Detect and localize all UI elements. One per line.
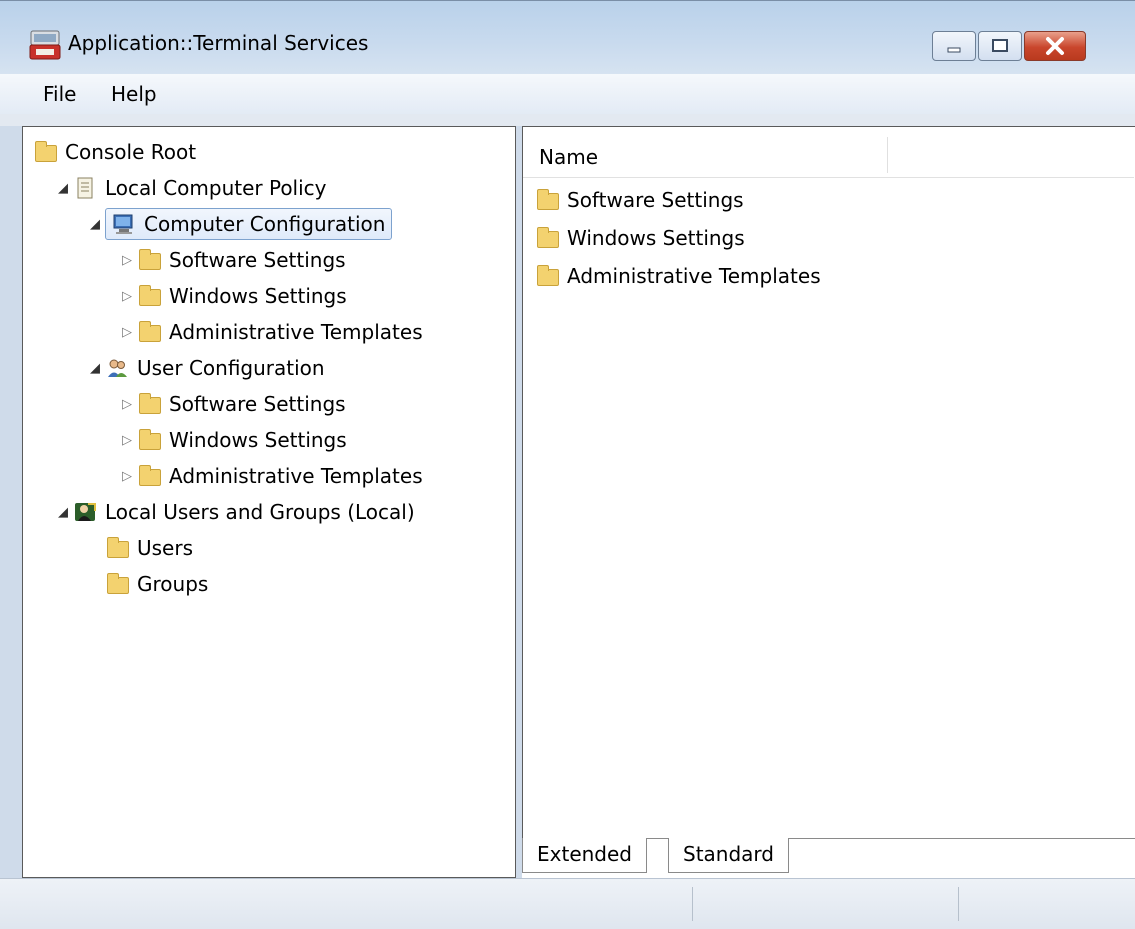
tree-item-uc-windows-settings[interactable]: ▷ Windows Settings xyxy=(117,423,347,457)
menubar-separator xyxy=(0,114,1135,126)
list-item-label: Windows Settings xyxy=(567,226,745,250)
tree-item-label: Administrative Templates xyxy=(169,464,423,488)
folder-icon xyxy=(137,284,161,308)
tab-standard[interactable]: Standard xyxy=(668,838,789,873)
mmc-window: Application::Terminal Services File Help… xyxy=(0,0,1135,929)
collapsed-triangle-icon[interactable]: ▷ xyxy=(117,325,137,340)
folder-icon xyxy=(137,248,161,272)
users-icon xyxy=(105,356,129,380)
expanded-triangle-icon[interactable]: ◢ xyxy=(53,505,73,520)
policy-document-icon xyxy=(73,176,97,200)
folder-icon xyxy=(137,320,161,344)
tree-item-users[interactable]: Users xyxy=(105,531,193,565)
collapsed-triangle-icon[interactable]: ▷ xyxy=(117,469,137,484)
list-item-label: Software Settings xyxy=(567,188,744,212)
tree-item-label: Groups xyxy=(137,572,209,596)
folder-icon xyxy=(105,572,129,596)
list-header: Name xyxy=(523,133,1134,178)
tree-item-label: Local Computer Policy xyxy=(105,176,327,200)
title-bar[interactable]: Application::Terminal Services xyxy=(0,0,1135,75)
menu-help[interactable]: Help xyxy=(111,82,157,106)
menu-file[interactable]: File xyxy=(43,82,76,106)
minimize-button[interactable] xyxy=(932,31,976,61)
column-header-name[interactable]: Name xyxy=(539,145,598,169)
column-divider[interactable] xyxy=(887,137,888,173)
folder-icon xyxy=(105,536,129,560)
folder-icon xyxy=(535,226,559,250)
tree-item-label: Software Settings xyxy=(169,248,346,272)
tree-pane[interactable]: Console Root ◢ Local Computer Policy ◢ C… xyxy=(22,126,516,878)
tree-item-label: Local Users and Groups (Local) xyxy=(105,500,415,524)
expanded-triangle-icon[interactable]: ◢ xyxy=(53,181,73,196)
tree-item-uc-admin-templates[interactable]: ▷ Administrative Templates xyxy=(117,459,423,493)
maximize-button[interactable] xyxy=(978,31,1022,61)
folder-icon xyxy=(33,140,57,164)
minimize-icon xyxy=(947,47,961,53)
folder-icon xyxy=(535,264,559,288)
tree-item-local-computer-policy[interactable]: ◢ Local Computer Policy xyxy=(53,171,327,205)
close-button[interactable] xyxy=(1024,31,1086,61)
list-item[interactable]: Administrative Templates xyxy=(535,259,821,293)
collapsed-triangle-icon[interactable]: ▷ xyxy=(117,289,137,304)
folder-icon xyxy=(137,428,161,452)
tree-item-label: Windows Settings xyxy=(169,284,347,308)
status-divider xyxy=(958,887,959,921)
tree-item-label: Console Root xyxy=(65,140,197,164)
tree-item-user-configuration[interactable]: ◢ User Configuration xyxy=(85,351,325,385)
tree-item-groups[interactable]: Groups xyxy=(105,567,208,601)
tree-item-label: Software Settings xyxy=(169,392,346,416)
status-divider xyxy=(692,887,693,921)
list-pane[interactable]: Name Software Settings Windows Settings … xyxy=(522,126,1135,878)
maximize-icon xyxy=(992,39,1008,52)
tree-item-local-users-groups[interactable]: ◢ Local Users and Groups (Local) xyxy=(53,495,415,529)
tab-extended[interactable]: Extended xyxy=(522,838,647,873)
computer-icon xyxy=(112,212,136,236)
tree-item-cc-windows-settings[interactable]: ▷ Windows Settings xyxy=(117,279,347,313)
folder-icon xyxy=(137,464,161,488)
tree-item-label: Administrative Templates xyxy=(169,320,423,344)
menu-bar: File Help xyxy=(28,74,1135,114)
selection-highlight[interactable]: Computer Configuration xyxy=(105,208,393,240)
close-icon xyxy=(1046,37,1064,55)
collapsed-triangle-icon[interactable]: ▷ xyxy=(117,397,137,412)
terminal-services-app-icon xyxy=(29,30,61,60)
tree-item-label: Windows Settings xyxy=(169,428,347,452)
tree-item-console-root[interactable]: Console Root xyxy=(33,135,196,169)
tree-item-computer-configuration[interactable]: ◢ Computer Configuration xyxy=(85,207,393,241)
collapsed-triangle-icon[interactable]: ▷ xyxy=(117,253,137,268)
status-bar xyxy=(0,878,1135,929)
tree-item-cc-software-settings[interactable]: ▷ Software Settings xyxy=(117,243,346,277)
tree-item-cc-admin-templates[interactable]: ▷ Administrative Templates xyxy=(117,315,423,349)
tree-item-label: Users xyxy=(137,536,194,560)
menubar-left-edge xyxy=(0,74,28,114)
tree-item-label: Computer Configuration xyxy=(144,212,386,236)
window-title: Application::Terminal Services xyxy=(68,31,369,55)
local-users-groups-icon xyxy=(73,500,97,524)
tree-item-label: User Configuration xyxy=(137,356,325,380)
list-item-label: Administrative Templates xyxy=(567,264,821,288)
folder-icon xyxy=(137,392,161,416)
expanded-triangle-icon[interactable]: ◢ xyxy=(85,217,105,232)
list-item[interactable]: Software Settings xyxy=(535,183,744,217)
list-item[interactable]: Windows Settings xyxy=(535,221,745,255)
view-tab-strip: Extended Standard xyxy=(522,838,1135,878)
tree-item-uc-software-settings[interactable]: ▷ Software Settings xyxy=(117,387,346,421)
collapsed-triangle-icon[interactable]: ▷ xyxy=(117,433,137,448)
folder-icon xyxy=(535,188,559,212)
expanded-triangle-icon[interactable]: ◢ xyxy=(85,361,105,376)
